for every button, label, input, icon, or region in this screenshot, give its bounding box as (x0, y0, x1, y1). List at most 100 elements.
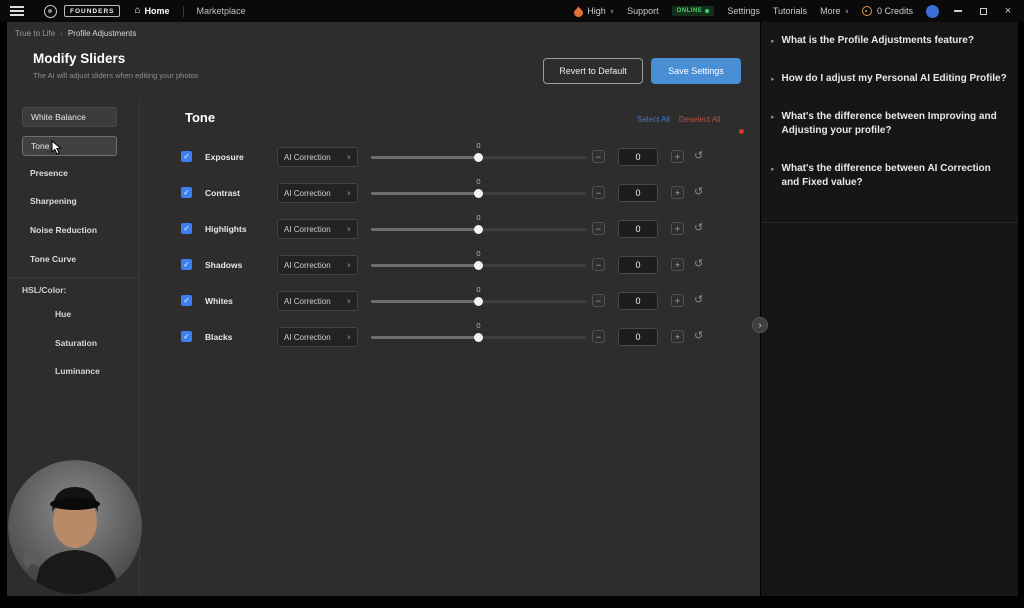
increment-button[interactable]: + (671, 150, 684, 163)
nav-more[interactable]: More ∨ (820, 6, 849, 16)
chevron-down-icon: ∨ (347, 154, 351, 161)
topbar-divider (183, 6, 184, 17)
reset-icon[interactable]: ↺ (694, 293, 703, 306)
reset-icon[interactable]: ↺ (694, 257, 703, 270)
value-input[interactable]: 0 (618, 292, 658, 310)
chevron-down-icon: ∨ (845, 8, 849, 15)
reset-icon[interactable]: ↺ (694, 221, 703, 234)
value-input[interactable]: 0 (618, 148, 658, 166)
sidebar-item-tone[interactable]: Tone (22, 136, 117, 156)
decrement-button[interactable]: − (592, 330, 605, 343)
increment-button[interactable]: + (671, 294, 684, 307)
mode-dropdown[interactable]: AI Correction ∨ (277, 147, 358, 167)
sidebar-item-sharpening[interactable]: Sharpening (30, 196, 77, 206)
more-label: More (820, 6, 841, 16)
nav-settings[interactable]: Settings (727, 6, 760, 16)
mode-dropdown[interactable]: AI Correction ∨ (277, 327, 358, 347)
faq-item[interactable]: ▸ What's the difference between AI Corre… (761, 162, 1010, 189)
decrement-button[interactable]: − (592, 150, 605, 163)
slider-rows: ✓ Exposure AI Correction ∨ 0 − 0 + ↺ (141, 139, 760, 355)
chevron-down-icon: ∨ (347, 262, 351, 269)
slider[interactable]: 0 (371, 211, 586, 247)
close-icon: × (1005, 6, 1011, 16)
nav-home[interactable]: ⌂ Home (134, 6, 169, 16)
faq-item[interactable]: ▸ How do I adjust my Personal AI Editing… (761, 72, 1010, 86)
slider[interactable]: 0 (371, 139, 586, 175)
slider[interactable]: 0 (371, 247, 586, 283)
revert-to-default-button[interactable]: Revert to Default (543, 58, 643, 84)
hamburger-menu-icon[interactable] (10, 6, 24, 16)
value-input[interactable]: 0 (618, 184, 658, 202)
slider[interactable]: 0 (371, 319, 586, 355)
decrement-button[interactable]: − (592, 258, 605, 271)
deselect-all-link[interactable]: Deselect All (679, 115, 721, 124)
nav-support[interactable]: Support (627, 6, 659, 16)
value-input[interactable]: 0 (618, 256, 658, 274)
row-checkbox[interactable]: ✓ (181, 223, 192, 234)
value-input[interactable]: 0 (618, 328, 658, 346)
slider-thumb[interactable] (474, 261, 483, 270)
panel-collapse-handle[interactable]: › (752, 317, 768, 333)
sidebar-item-presence[interactable]: Presence (30, 168, 68, 178)
user-avatar[interactable] (926, 5, 939, 18)
select-all-link[interactable]: Select All (637, 115, 670, 124)
decrement-button[interactable]: − (592, 294, 605, 307)
faq-item[interactable]: ▸ What's the difference between Improvin… (761, 110, 1010, 137)
slider-thumb[interactable] (474, 153, 483, 162)
value-input[interactable]: 0 (618, 220, 658, 238)
chevron-down-icon: ∨ (347, 226, 351, 233)
credits-icon (862, 6, 872, 16)
slider[interactable]: 0 (371, 283, 586, 319)
faq-item[interactable]: ▸ What is the Profile Adjustments featur… (761, 34, 1010, 48)
mode-dropdown[interactable]: AI Correction ∨ (277, 183, 358, 203)
decrement-button[interactable]: − (592, 186, 605, 199)
sidebar-item-noise-reduction[interactable]: Noise Reduction (30, 225, 97, 235)
decrement-button[interactable]: − (592, 222, 605, 235)
maximize-button[interactable] (977, 5, 989, 17)
increment-button[interactable]: + (671, 222, 684, 235)
minimize-button[interactable] (952, 5, 964, 17)
save-settings-button[interactable]: Save Settings (651, 58, 741, 84)
increment-button[interactable]: + (671, 258, 684, 271)
increment-button[interactable]: + (671, 330, 684, 343)
faq-question: What's the difference between Improving … (782, 110, 1010, 137)
online-status-badge[interactable]: ONLINE (672, 6, 715, 16)
row-checkbox[interactable]: ✓ (181, 187, 192, 198)
mode-dropdown[interactable]: AI Correction ∨ (277, 255, 358, 275)
check-icon: ✓ (183, 333, 190, 341)
sidebar-item-tone-curve[interactable]: Tone Curve (30, 254, 76, 264)
priority-selector[interactable]: High ∨ (574, 6, 614, 17)
slider-thumb[interactable] (474, 297, 483, 306)
row-checkbox[interactable]: ✓ (181, 295, 192, 306)
sidebar-divider (7, 277, 140, 278)
slider-row-whites: ✓ Whites AI Correction ∨ 0 − 0 + ↺ (141, 283, 760, 319)
row-checkbox[interactable]: ✓ (181, 259, 192, 270)
slider[interactable]: 0 (371, 175, 586, 211)
check-icon: ✓ (183, 153, 190, 161)
reset-icon[interactable]: ↺ (694, 185, 703, 198)
chevron-down-icon: ∨ (610, 8, 614, 15)
slider-thumb[interactable] (474, 189, 483, 198)
slider-thumb[interactable] (474, 333, 483, 342)
dropdown-value: AI Correction (284, 189, 331, 198)
slider-thumb[interactable] (474, 225, 483, 234)
reset-icon[interactable]: ↺ (694, 329, 703, 342)
row-checkbox[interactable]: ✓ (181, 331, 192, 342)
sidebar-item-hue[interactable]: Hue (55, 309, 71, 319)
mode-dropdown[interactable]: AI Correction ∨ (277, 219, 358, 239)
credits-counter[interactable]: 0 Credits (862, 6, 913, 16)
mode-dropdown[interactable]: AI Correction ∨ (277, 291, 358, 311)
increment-button[interactable]: + (671, 186, 684, 199)
founders-badge: FOUNDERS (64, 5, 120, 17)
sidebar-item-white-balance[interactable]: White Balance (22, 107, 117, 127)
nav-marketplace[interactable]: Marketplace (197, 6, 246, 16)
breadcrumb-parent[interactable]: True to Life (15, 29, 55, 38)
reset-icon[interactable]: ↺ (694, 149, 703, 162)
close-button[interactable]: × (1002, 5, 1014, 17)
sidebar-item-saturation[interactable]: Saturation (55, 338, 97, 348)
nav-tutorials[interactable]: Tutorials (773, 6, 807, 16)
row-checkbox[interactable]: ✓ (181, 151, 192, 162)
app-logo-icon[interactable] (44, 5, 57, 18)
sidebar-item-luminance[interactable]: Luminance (55, 366, 100, 376)
slider-value-label: 0 (476, 285, 480, 294)
